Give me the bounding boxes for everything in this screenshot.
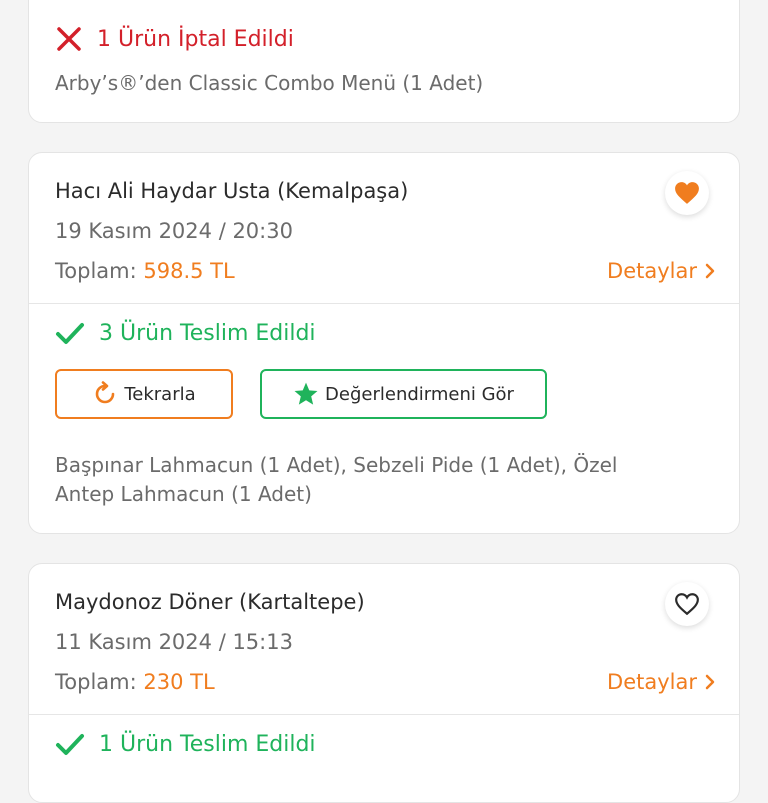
order-date: 19 Kasım 2024 / 20:30: [55, 219, 293, 243]
details-label: Detaylar: [607, 259, 697, 283]
order-status-text: 1 Ürün Teslim Edildi: [99, 732, 316, 757]
order-items: Arby’s®’den Classic Combo Menü (1 Adet): [55, 71, 484, 95]
order-card: Maydonoz Döner (Kartaltepe) 11 Kasım 202…: [28, 563, 740, 803]
check-icon: [56, 322, 84, 344]
heart-outline-icon: [675, 593, 699, 616]
order-items: Başpınar Lahmacun (1 Adet), Sebzeli Pide…: [55, 453, 618, 506]
details-link[interactable]: Detaylar: [607, 259, 715, 283]
favorite-button[interactable]: [665, 582, 709, 626]
order-status-text: 3 Ürün Teslim Edildi: [99, 321, 316, 346]
total-label: Toplam:: [55, 259, 137, 283]
order-status: 1 Ürün İptal Edildi: [55, 25, 294, 53]
star-icon: [294, 382, 318, 405]
card-divider: [29, 303, 739, 304]
details-label: Detaylar: [607, 670, 697, 694]
order-total: Toplam: 598.5 TL: [55, 259, 235, 283]
repeat-label: Tekrarla: [124, 383, 196, 405]
order-total: Toplam: 230 TL: [55, 670, 215, 694]
heart-filled-icon: [675, 182, 699, 204]
restaurant-name[interactable]: Hacı Ali Haydar Usta (Kemalpaşa): [55, 179, 408, 203]
view-review-button[interactable]: Değerlendirmeni Gör: [260, 369, 547, 419]
total-amount: 598.5 TL: [143, 259, 235, 283]
total-label: Toplam:: [55, 670, 137, 694]
order-card-cancelled: 1 Ürün İptal Edildi Arby’s®’den Classic …: [28, 0, 740, 123]
close-icon: [57, 27, 81, 51]
card-divider: [29, 714, 739, 715]
favorite-button[interactable]: [665, 171, 709, 215]
order-card: Hacı Ali Haydar Usta (Kemalpaşa) 19 Kası…: [28, 152, 740, 534]
total-amount: 230 TL: [143, 670, 215, 694]
order-date: 11 Kasım 2024 / 15:13: [55, 630, 293, 654]
refresh-icon: [96, 381, 115, 404]
check-icon: [56, 733, 84, 755]
repeat-order-button[interactable]: Tekrarla: [55, 369, 233, 419]
order-status: 3 Ürün Teslim Edildi: [55, 321, 316, 346]
review-label: Değerlendirmeni Gör: [325, 383, 514, 405]
restaurant-name[interactable]: Maydonoz Döner (Kartaltepe): [55, 590, 365, 614]
details-link[interactable]: Detaylar: [607, 670, 715, 694]
chevron-right-icon: [705, 674, 715, 690]
order-status-text: 1 Ürün İptal Edildi: [97, 26, 294, 52]
chevron-right-icon: [705, 263, 715, 279]
order-status: 1 Ürün Teslim Edildi: [55, 732, 316, 757]
